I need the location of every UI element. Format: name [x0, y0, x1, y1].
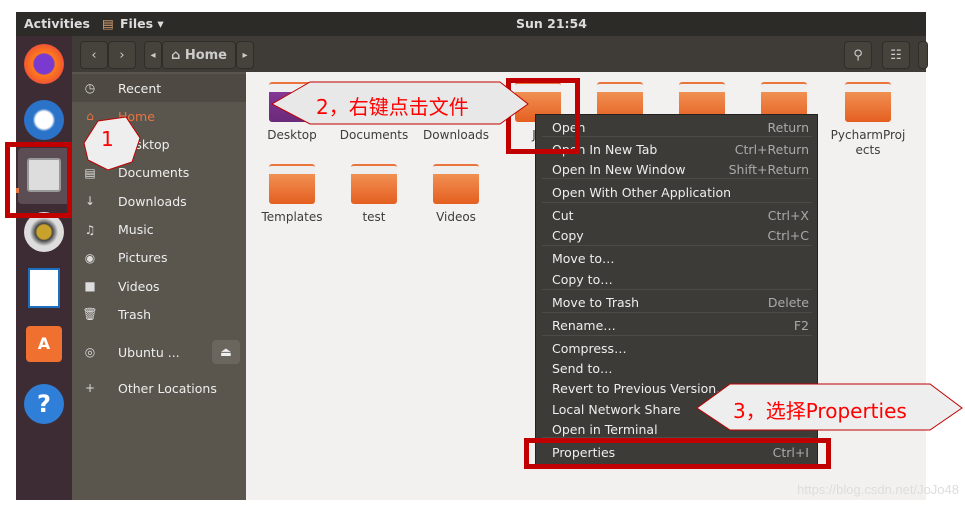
step3-label: 3，选择Properties [733, 399, 907, 423]
annotation-shapes [83, 81, 963, 431]
step2-label: 2，右键点击文件 [316, 95, 469, 119]
watermark: https://blog.csdn.net/JoJo48 [797, 482, 959, 497]
step1-label: 1 [101, 127, 114, 151]
